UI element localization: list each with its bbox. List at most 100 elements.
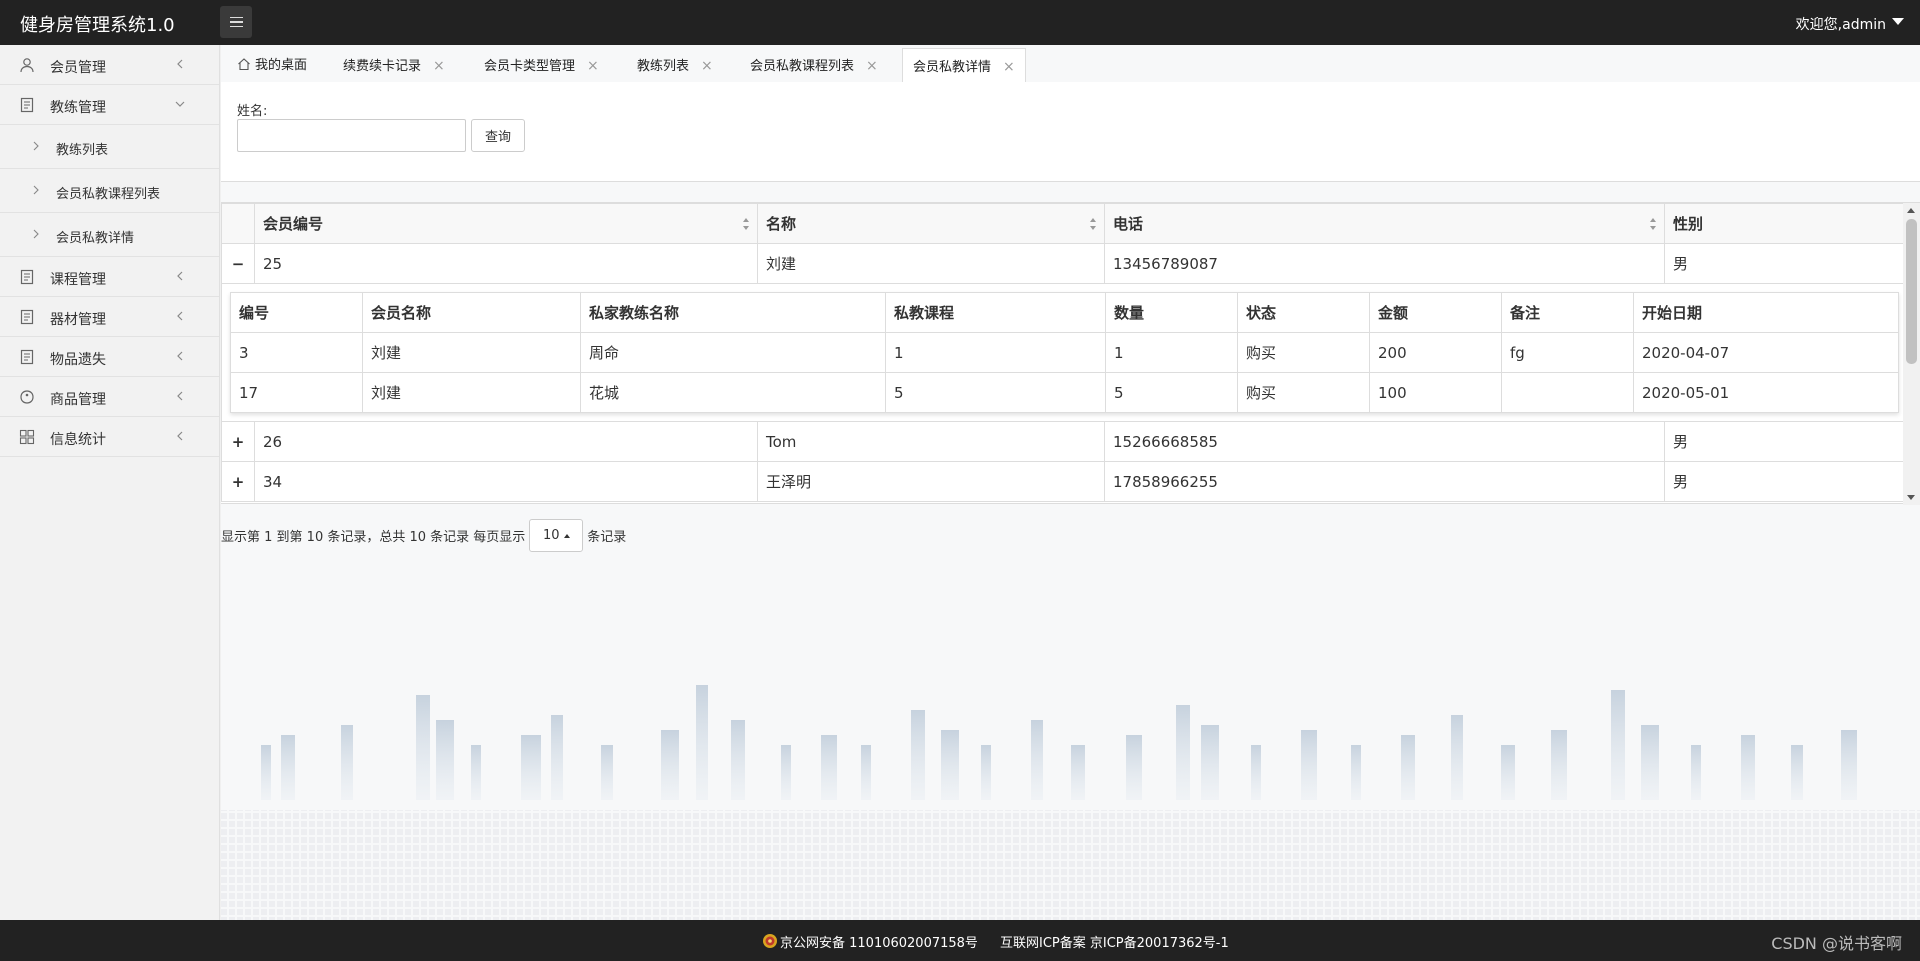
vertical-scrollbar[interactable] [1903, 203, 1920, 505]
sidebar-item-goods[interactable]: 商品管理 [0, 377, 219, 417]
detail-cell: 购买 [1237, 372, 1370, 413]
cell-name: Tom [757, 421, 1105, 462]
detail-cell: 200 [1369, 332, 1502, 373]
chevron-down-icon [175, 101, 185, 107]
detail-header-cell: 私教课程 [885, 292, 1106, 333]
detail-cell: 周命 [580, 332, 886, 373]
user-welcome[interactable]: 欢迎您,admin [1796, 14, 1886, 34]
detail-cell: 刘建 [362, 372, 581, 413]
tab-private-detail[interactable]: 会员私教详情 × [902, 48, 1026, 86]
caret-up-icon [563, 533, 570, 538]
sidebar-item-label: 课程管理 [50, 272, 106, 288]
collapse-row-button[interactable]: − [221, 243, 255, 284]
tab-label: 会员卡类型管理 [484, 59, 576, 74]
cell-name: 刘建 [757, 243, 1105, 284]
sidebar-subitem-coach-list[interactable]: 教练列表 [0, 125, 219, 169]
sidebar-item-label: 信息统计 [50, 432, 106, 448]
table-row: + 26 Tom 15266668585 男 [221, 421, 1904, 462]
cell-member-id: 25 [254, 243, 758, 284]
sidebar-item-statistics[interactable]: 信息统计 [0, 417, 219, 457]
close-icon[interactable]: × [866, 58, 878, 74]
sidebar-item-course[interactable]: 课程管理 [0, 257, 219, 297]
sidebar: 会员管理 教练管理 教练列表 会员私教课程列表 会员私教详情 课程管理 器材管理… [0, 45, 220, 920]
expander-header [221, 203, 255, 244]
detail-cell: 购买 [1237, 332, 1370, 373]
sidebar-item-equipment[interactable]: 器材管理 [0, 297, 219, 337]
cell-phone: 13456789087 [1104, 243, 1665, 284]
scroll-up-arrow-icon[interactable] [1907, 208, 1915, 213]
sidebar-subitem-label: 会员私教课程列表 [56, 187, 161, 202]
chevron-left-icon [177, 59, 183, 69]
tab-bar: 我的桌面 续费续卡记录 × 会员卡类型管理 × 教练列表 × 会员私教课程列表 × 会员… [221, 48, 1920, 86]
document-icon [20, 97, 34, 113]
police-badge-icon [763, 934, 777, 948]
detail-header-cell: 私家教练名称 [580, 292, 886, 333]
tab-label: 我的桌面 [255, 58, 308, 73]
sidebar-subitem-private-detail[interactable]: 会员私教详情 [0, 213, 219, 257]
page-size-dropdown[interactable]: 10 [529, 519, 584, 552]
chevron-left-icon [177, 431, 183, 441]
chevron-right-icon [33, 229, 39, 239]
cell-gender: 男 [1664, 243, 1904, 284]
csdn-watermark: CSDN @说书客啊 [1771, 934, 1902, 953]
close-icon[interactable]: × [701, 58, 713, 74]
detail-container: 编号 会员名称 私家教练名称 私教课程 数量 状态 金额 备注 开始日期 3 刘… [221, 283, 1904, 422]
detail-cell: 1 [1105, 332, 1238, 373]
name-search-input[interactable] [237, 119, 466, 152]
column-header-name[interactable]: 名称 [757, 203, 1105, 244]
tab-label: 教练列表 [637, 59, 690, 74]
police-record-link[interactable]: 京公网安备 11010602007158号 [780, 932, 978, 951]
tab-renewal-records[interactable]: 续费续卡记录 × [333, 48, 455, 86]
detail-cell: 2020-04-07 [1633, 332, 1899, 373]
menu-toggle-button[interactable] [220, 6, 252, 38]
search-button[interactable]: 查询 [471, 119, 525, 152]
expand-row-button[interactable]: + [221, 461, 255, 502]
sidebar-item-lost-items[interactable]: 物品遗失 [0, 337, 219, 377]
column-header-member-id[interactable]: 会员编号 [254, 203, 758, 244]
sidebar-item-label: 物品遗失 [50, 352, 106, 368]
tab-card-type-management[interactable]: 会员卡类型管理 × [474, 48, 609, 86]
column-header-gender[interactable]: 性别 [1664, 203, 1904, 244]
pagination-info: 显示第 1 到第 10 条记录，总共 10 条记录 每页显示 10 条记录 [221, 519, 626, 552]
detail-cell: 3 [230, 332, 363, 373]
detail-row: 编号 会员名称 私家教练名称 私教课程 数量 状态 金额 备注 开始日期 3 刘… [221, 283, 1904, 422]
sidebar-subitem-label: 教练列表 [56, 143, 109, 158]
scrollbar-thumb[interactable] [1906, 219, 1917, 364]
home-icon [238, 58, 250, 71]
close-icon[interactable]: × [433, 58, 445, 74]
cell-member-id: 26 [254, 421, 758, 462]
sidebar-item-coach[interactable]: 教练管理 [0, 85, 219, 125]
tab-coach-list[interactable]: 教练列表 × [627, 48, 723, 86]
detail-cell: 1 [885, 332, 1106, 373]
sort-icon [743, 218, 749, 230]
chevron-right-icon [33, 141, 39, 151]
sidebar-subitem-label: 会员私教详情 [56, 231, 135, 246]
tab-private-course-list[interactable]: 会员私教课程列表 × [740, 48, 888, 86]
footer: 京公网安备 11010602007158号 互联网ICP备案 京ICP备2001… [0, 920, 1920, 961]
cell-phone: 17858966255 [1104, 461, 1665, 502]
cell-gender: 男 [1664, 421, 1904, 462]
detail-header-cell: 状态 [1237, 292, 1370, 333]
detail-cell: fg [1501, 332, 1634, 373]
cell-name: 王泽明 [757, 461, 1105, 502]
sort-icon [1650, 218, 1656, 230]
detail-cell: 5 [885, 372, 1106, 413]
chevron-left-icon [177, 391, 183, 401]
close-icon[interactable]: × [1003, 59, 1015, 75]
column-header-phone[interactable]: 电话 [1104, 203, 1665, 244]
sidebar-subitem-private-course-list[interactable]: 会员私教课程列表 [0, 169, 219, 213]
scroll-down-arrow-icon[interactable] [1907, 495, 1915, 500]
tab-my-desktop[interactable]: 我的桌面 [227, 48, 317, 86]
document-icon [20, 309, 34, 325]
user-dropdown-icon[interactable] [1892, 18, 1904, 25]
search-panel: 姓名: 查询 [221, 82, 1920, 182]
detail-cell [1501, 372, 1634, 413]
sidebar-item-member[interactable]: 会员管理 [0, 45, 219, 85]
close-icon[interactable]: × [587, 58, 599, 74]
icp-record-link[interactable]: 互联网ICP备案 京ICP备20017362号-1 [1000, 932, 1229, 951]
cell-gender: 男 [1664, 461, 1904, 502]
expand-row-button[interactable]: + [221, 421, 255, 462]
detail-header-row: 编号 会员名称 私家教练名称 私教课程 数量 状态 金额 备注 开始日期 [230, 292, 1899, 333]
table-header-row: 会员编号 名称 电话 性别 [221, 203, 1904, 244]
sort-icon [1090, 218, 1096, 230]
